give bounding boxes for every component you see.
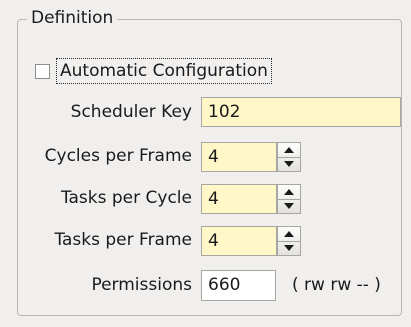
- tasks-per-frame-input[interactable]: 4: [201, 226, 277, 256]
- tasks-per-frame-label: Tasks per Frame: [54, 230, 192, 250]
- permissions-description: ( rw rw -- ): [292, 275, 381, 295]
- tasks-per-cycle-increment-button[interactable]: [278, 185, 300, 199]
- triangle-up-icon: [284, 146, 294, 153]
- cycles-per-frame-increment-button[interactable]: [278, 143, 300, 157]
- triangle-up-icon: [284, 188, 294, 195]
- triangle-down-icon: [284, 161, 294, 168]
- tasks-per-cycle-label: Tasks per Cycle: [60, 188, 192, 208]
- tasks-per-cycle-decrement-button[interactable]: [278, 198, 300, 214]
- scheduler-key-label: Scheduler Key: [70, 102, 192, 122]
- automatic-configuration-row[interactable]: Automatic Configuration: [35, 57, 272, 85]
- triangle-down-icon: [284, 203, 294, 210]
- tasks-per-frame-spinner[interactable]: [277, 226, 301, 256]
- cycles-per-frame-spinner[interactable]: [277, 142, 301, 172]
- automatic-configuration-label[interactable]: Automatic Configuration: [56, 58, 272, 84]
- triangle-up-icon: [284, 230, 294, 237]
- group-title: Definition: [27, 7, 118, 29]
- permissions-input[interactable]: 660: [201, 270, 276, 301]
- triangle-down-icon: [284, 245, 294, 252]
- automatic-configuration-checkbox[interactable]: [35, 63, 50, 79]
- scheduler-key-input[interactable]: 102: [201, 97, 401, 127]
- tasks-per-cycle-spinner[interactable]: [277, 184, 301, 214]
- tasks-per-cycle-input[interactable]: 4: [201, 184, 277, 214]
- cycles-per-frame-label: Cycles per Frame: [44, 146, 192, 166]
- tasks-per-frame-increment-button[interactable]: [278, 227, 300, 241]
- permissions-label: Permissions: [91, 275, 192, 295]
- tasks-per-frame-decrement-button[interactable]: [278, 240, 300, 256]
- cycles-per-frame-decrement-button[interactable]: [278, 156, 300, 172]
- cycles-per-frame-input[interactable]: 4: [201, 142, 277, 172]
